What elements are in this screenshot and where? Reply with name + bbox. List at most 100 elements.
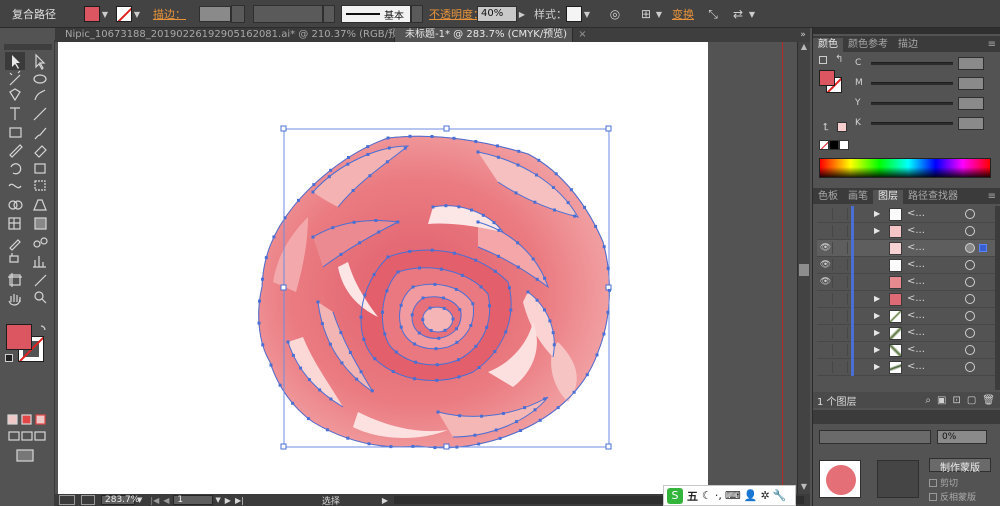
- fill-swatch[interactable]: [84, 6, 100, 22]
- layer-row[interactable]: ▶ <...: [817, 342, 997, 359]
- wrench-icon[interactable]: 🔧: [773, 489, 787, 502]
- anchor-point[interactable]: [374, 219, 378, 222]
- anchor-point[interactable]: [437, 336, 441, 340]
- chevron-down-icon[interactable]: ▼: [747, 5, 757, 23]
- lock-toggle[interactable]: [834, 225, 848, 237]
- panel-menu-icon[interactable]: ≡: [983, 38, 1000, 52]
- anchor-point[interactable]: [346, 162, 350, 166]
- visibility-toggle[interactable]: [819, 225, 833, 237]
- visibility-toggle[interactable]: [819, 344, 833, 356]
- layer-name[interactable]: <...: [907, 276, 925, 287]
- anchor-point[interactable]: [477, 366, 481, 369]
- anchor-point[interactable]: [351, 189, 355, 192]
- anchor-point[interactable]: [458, 414, 462, 418]
- anchor-point[interactable]: [359, 315, 363, 319]
- anchor-point[interactable]: [396, 220, 400, 224]
- yellow-value-field[interactable]: [958, 96, 984, 110]
- anchor-point[interactable]: [306, 417, 310, 421]
- fill-swatch-control[interactable]: ▼: [84, 4, 110, 24]
- artboard-number-field[interactable]: 1: [173, 495, 214, 505]
- anchor-point[interactable]: [429, 329, 433, 332]
- eye-icon[interactable]: 👁: [819, 259, 833, 271]
- anchor-point[interactable]: [474, 140, 478, 143]
- anchor-point[interactable]: [493, 350, 497, 353]
- anchor-point[interactable]: [538, 418, 542, 422]
- anchor-point[interactable]: [494, 428, 498, 432]
- anchor-point[interactable]: [359, 370, 363, 374]
- anchor-point[interactable]: [430, 135, 434, 138]
- anchor-point[interactable]: [442, 306, 446, 310]
- anchor-point[interactable]: [543, 276, 547, 280]
- brush-profile-control[interactable]: 基本: [341, 4, 423, 24]
- anchor-point[interactable]: [394, 350, 398, 354]
- anchor-point[interactable]: [325, 428, 329, 432]
- anchor-point[interactable]: [399, 325, 403, 329]
- anchor-point[interactable]: [421, 296, 425, 300]
- anchor-point[interactable]: [504, 330, 508, 334]
- anchor-point[interactable]: [417, 331, 421, 335]
- next-artboard-icon[interactable]: ▶: [225, 496, 231, 505]
- layer-name[interactable]: <...: [907, 361, 925, 372]
- transform-label[interactable]: 变换: [672, 4, 694, 24]
- anchor-point[interactable]: [278, 383, 282, 387]
- target-icon[interactable]: [965, 277, 975, 287]
- invert-mask-checkbox-row[interactable]: 反相蒙版: [929, 490, 976, 503]
- recolor-icon[interactable]: ◎: [605, 4, 625, 24]
- lock-toggle[interactable]: [834, 276, 848, 288]
- target-icon[interactable]: [965, 260, 975, 270]
- anchor-point[interactable]: [264, 256, 268, 260]
- anchor-point[interactable]: [470, 208, 473, 212]
- white-swatch[interactable]: [839, 140, 849, 150]
- anchor-point[interactable]: [509, 308, 513, 312]
- target-icon[interactable]: [965, 345, 975, 355]
- anchor-point[interactable]: [257, 321, 261, 325]
- anchor-point[interactable]: [348, 351, 352, 354]
- anchor-point[interactable]: [435, 378, 439, 382]
- anchor-point[interactable]: [471, 302, 475, 306]
- layer-name[interactable]: <...: [907, 344, 925, 355]
- anchor-point[interactable]: [457, 358, 460, 362]
- first-artboard-icon[interactable]: |◀: [150, 496, 159, 505]
- cyan-value-field[interactable]: [958, 56, 984, 70]
- chevron-down-icon[interactable]: ▼: [137, 496, 142, 504]
- visibility-toggle[interactable]: [819, 208, 833, 220]
- anchor-point[interactable]: [485, 325, 489, 329]
- transparency-opacity-field[interactable]: 0%: [937, 430, 987, 444]
- lock-toggle[interactable]: [834, 259, 848, 271]
- blend-mode-dropdown[interactable]: [819, 430, 931, 444]
- anchor-point[interactable]: [533, 200, 537, 204]
- anchor-point[interactable]: [595, 353, 599, 357]
- chevron-down-icon[interactable]: ▼: [132, 5, 142, 23]
- anchor-point[interactable]: [492, 221, 496, 225]
- anchor-point[interactable]: [329, 168, 333, 172]
- anchor-point[interactable]: [474, 258, 478, 262]
- anchor-point[interactable]: [311, 190, 315, 194]
- target-icon[interactable]: [965, 328, 975, 338]
- anchor-point[interactable]: [507, 286, 511, 290]
- anchor-point[interactable]: [602, 332, 606, 336]
- zoom-field[interactable]: 283.7%: [101, 495, 139, 505]
- anchor-point[interactable]: [535, 173, 538, 177]
- trash-icon[interactable]: 🗑: [982, 395, 995, 406]
- black-track[interactable]: [871, 121, 953, 125]
- anchor-point[interactable]: [396, 270, 400, 274]
- target-icon[interactable]: [965, 209, 975, 219]
- anchor-point[interactable]: [477, 442, 481, 446]
- layer-row[interactable]: ▶ <...: [817, 206, 997, 223]
- tab-swatches[interactable]: 色板: [813, 190, 843, 204]
- expand-icon[interactable]: ▶: [874, 226, 880, 235]
- anchor-point[interactable]: [476, 150, 480, 154]
- close-icon[interactable]: ×: [578, 29, 586, 40]
- anchor-point[interactable]: [385, 289, 389, 293]
- anchor-point[interactable]: [474, 344, 478, 348]
- anchor-point[interactable]: [583, 205, 586, 209]
- anchor-point[interactable]: [556, 406, 560, 410]
- anchor-point[interactable]: [408, 134, 412, 138]
- layer-name[interactable]: <...: [907, 293, 925, 304]
- anchor-point[interactable]: [340, 361, 344, 365]
- anchor-point[interactable]: [443, 328, 447, 332]
- status-menu-icon[interactable]: ▶: [382, 496, 388, 505]
- visibility-toggle[interactable]: [819, 361, 833, 373]
- anchor-point[interactable]: [501, 412, 505, 415]
- anchor-point[interactable]: [551, 186, 555, 189]
